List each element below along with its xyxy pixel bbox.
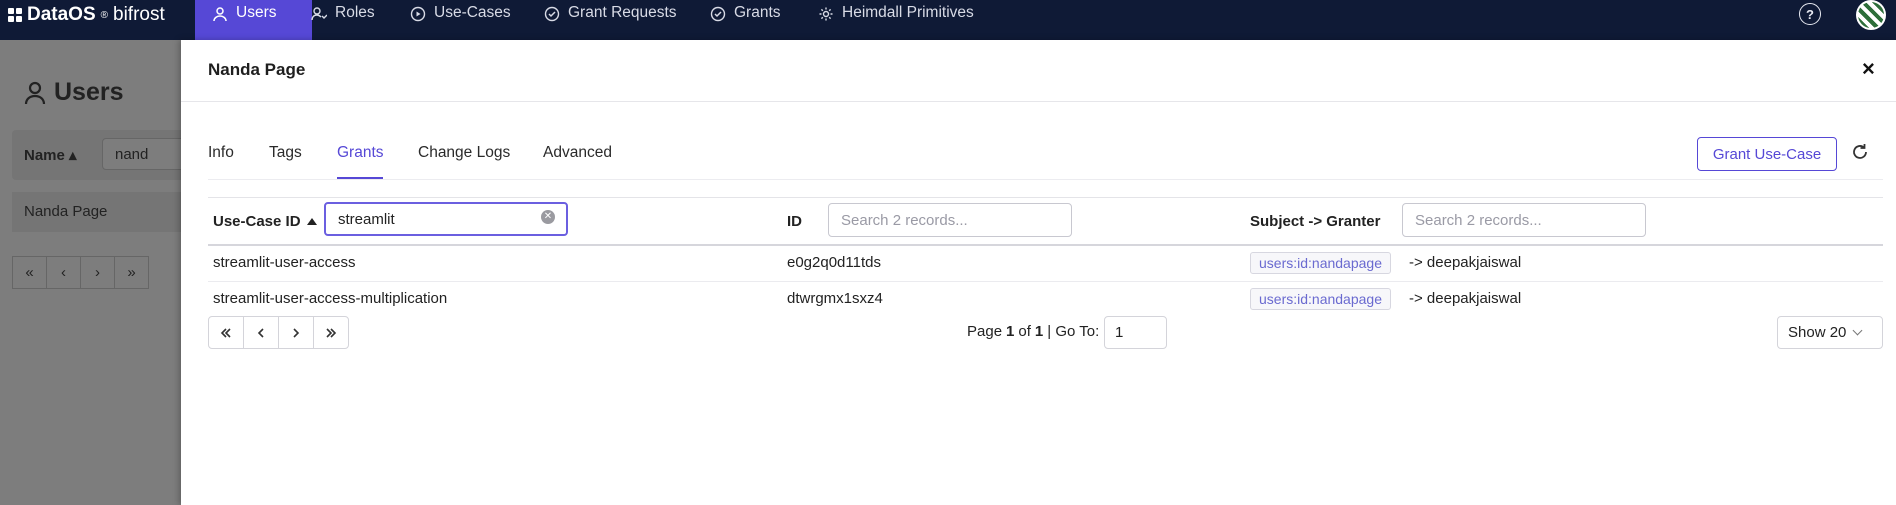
page-size-select[interactable]: Show 20 (1777, 316, 1883, 349)
id-filter-input[interactable] (828, 203, 1072, 237)
double-chevron-left-icon (220, 327, 231, 338)
drawer-title: Nanda Page (208, 60, 306, 79)
tab-advanced[interactable]: Advanced (543, 144, 612, 162)
dataos-logo-icon (8, 8, 22, 22)
background-pager: « ‹ › » (12, 256, 149, 289)
first-page-button[interactable]: « (12, 256, 47, 289)
page-title-text: Users (54, 78, 124, 106)
granter-cell: -> deepakjaiswal (1409, 254, 1522, 271)
column-header-label: Use-Case ID (213, 213, 301, 230)
goto-page-input[interactable] (1104, 316, 1167, 349)
pagination-controls (208, 316, 349, 349)
brand-name: DataOS (27, 4, 96, 25)
tabs-divider (208, 179, 1883, 180)
sort-ascending-icon (306, 218, 317, 225)
chevron-left-icon (257, 327, 264, 338)
user-icon (24, 81, 46, 104)
column-header-use-case-id[interactable]: Use-Case ID (213, 213, 317, 230)
user-icon (213, 7, 227, 22)
nav-item-heimdall-primitives[interactable]: Heimdall Primitives (818, 0, 974, 40)
nav-item-grants[interactable]: Grants (710, 0, 781, 40)
double-chevron-right-icon (326, 327, 337, 338)
page-prefix: Page (967, 323, 1003, 340)
name-filter: Name ▴ nand (12, 130, 202, 180)
table-header-divider (208, 244, 1883, 246)
prev-page-button[interactable]: ‹ (46, 256, 81, 289)
brand-reg: ® (100, 9, 109, 21)
use-case-id-filter-input[interactable] (324, 202, 568, 236)
top-nav: DataOS ® bifrost Users Roles Use-Cases Gr… (0, 0, 1896, 40)
roles-icon (311, 7, 327, 21)
chevron-down-icon (1852, 325, 1863, 336)
granter-cell: -> deepakjaiswal (1409, 290, 1522, 307)
nav-item-use-cases[interactable]: Use-Cases (410, 0, 511, 40)
total-pages: 1 (1034, 323, 1044, 340)
page-of: of (1018, 323, 1031, 340)
last-page-button[interactable]: » (114, 256, 149, 289)
check-circle-icon (710, 6, 726, 22)
prev-page-button[interactable] (243, 316, 279, 349)
use-case-id-cell[interactable]: streamlit-user-access (213, 254, 356, 271)
close-icon[interactable]: × (1862, 58, 1875, 80)
name-column-header[interactable]: Name ▴ (24, 146, 77, 164)
refresh-icon[interactable] (1850, 142, 1870, 162)
grant-use-case-button[interactable]: Grant Use-Case (1697, 137, 1837, 171)
tab-tags[interactable]: Tags (269, 144, 302, 162)
drawer-header: Nanda Page × (181, 40, 1896, 102)
tab-change-logs[interactable]: Change Logs (418, 144, 510, 162)
last-page-button[interactable] (313, 316, 349, 349)
tab-info[interactable]: Info (208, 144, 234, 162)
chevron-right-icon (293, 327, 300, 338)
next-page-button[interactable]: › (80, 256, 115, 289)
check-circle-icon (544, 6, 560, 22)
subject-tag[interactable]: users:id:nandapage (1250, 252, 1391, 274)
nav-label: Roles (335, 4, 375, 21)
brand-product: bifrost (113, 4, 165, 25)
row-divider (208, 281, 1883, 282)
help-icon[interactable]: ? (1799, 3, 1821, 25)
brand-logo[interactable]: DataOS ® bifrost (8, 0, 165, 30)
nav-label: Use-Cases (434, 4, 511, 21)
name-label: Name (24, 147, 65, 164)
page-info: Page 1 of 1 | Go To: (967, 323, 1099, 340)
goto-label: | Go To: (1047, 323, 1100, 340)
first-page-button[interactable] (208, 316, 244, 349)
gear-icon (819, 7, 833, 21)
use-case-id-cell[interactable]: streamlit-user-access-multiplication (213, 290, 447, 307)
subject-tag[interactable]: users:id:nandapage (1250, 288, 1391, 310)
subject-filter-input[interactable] (1402, 203, 1646, 237)
table-top-border (208, 197, 1883, 198)
nav-label: Users (236, 4, 277, 21)
page-size-value: Show 20 (1788, 324, 1847, 341)
column-header-subject-granter[interactable]: Subject -> Granter (1250, 213, 1380, 230)
nav-item-roles[interactable]: Roles (311, 0, 375, 40)
id-cell: dtwrgmx1sxz4 (787, 290, 883, 307)
page-title: Users (24, 78, 124, 107)
nav-item-grant-requests[interactable]: Grant Requests (544, 0, 677, 40)
nav-label: Grant Requests (568, 4, 677, 21)
column-header-id[interactable]: ID (787, 213, 802, 230)
list-item[interactable]: Nanda Page (12, 192, 187, 232)
nav-item-users[interactable]: Users (195, 0, 312, 40)
nav-label: Heimdall Primitives (842, 4, 974, 21)
clear-filter-icon[interactable]: ✕ (541, 210, 555, 224)
next-page-button[interactable] (278, 316, 314, 349)
play-circle-icon (410, 6, 426, 22)
id-cell: e0g2q0d11tds (787, 254, 881, 271)
nav-label: Grants (734, 4, 781, 21)
current-page: 1 (1006, 323, 1015, 340)
tab-grants[interactable]: Grants (337, 144, 384, 162)
users-page-background: Users Name ▴ nand Nanda Page « ‹ › » (0, 40, 202, 505)
user-detail-drawer: Nanda Page × Info Tags Grants Change Log… (181, 40, 1896, 505)
avatar[interactable] (1856, 0, 1886, 30)
